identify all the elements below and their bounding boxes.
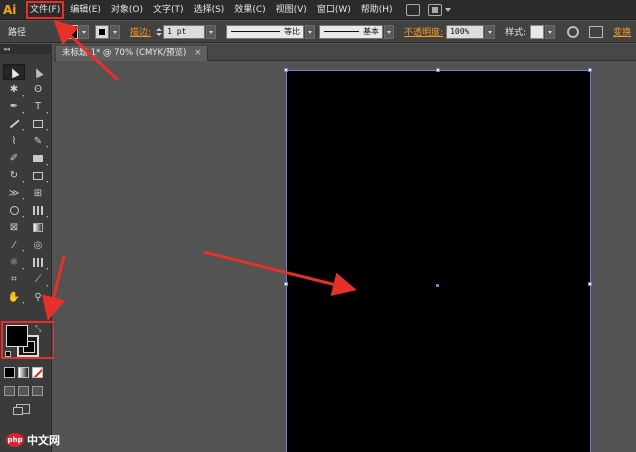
watermark-text: 中文网 — [27, 434, 60, 447]
menu-view[interactable]: 视图(V) — [271, 0, 312, 20]
stroke-dropdown[interactable] — [110, 24, 121, 39]
artboard-rectangle[interactable] — [286, 70, 591, 452]
pencil-tool-icon[interactable]: ✎ — [27, 133, 49, 149]
menu-bar: Ai 文件(F) 编辑(E) 对象(O) 文字(T) 选择(S) 效果(C) 视… — [0, 0, 636, 20]
document-tab-strip: 未标题-1* @ 70% (CMYK/预览) × — [54, 44, 636, 61]
app-logo: Ai — [3, 2, 17, 17]
menu-help[interactable]: 帮助(H) — [356, 0, 398, 20]
menu-window[interactable]: 窗口(W) — [312, 0, 356, 20]
draw-inside-icon[interactable] — [32, 386, 43, 396]
opacity-input[interactable]: 100% — [446, 24, 485, 39]
lasso-tool-icon[interactable]: ʘ — [27, 81, 49, 97]
selection-handle[interactable] — [436, 68, 440, 72]
gradient-tool-icon[interactable] — [27, 220, 49, 236]
drawing-mode-row — [4, 386, 43, 396]
style-dropdown[interactable] — [545, 24, 556, 39]
canvas-area[interactable] — [54, 62, 636, 452]
color-mode-icon[interactable] — [4, 367, 15, 378]
fill-stroke-control: ⤡ — [1, 321, 55, 359]
free-transform-tool-icon[interactable]: ⊞ — [27, 185, 49, 201]
draw-normal-icon[interactable] — [4, 386, 15, 396]
brush-name: 基本 — [363, 27, 380, 36]
stroke-label[interactable]: 描边: — [130, 25, 151, 38]
shape-builder-tool-icon[interactable] — [3, 202, 25, 218]
hand-tool-icon[interactable]: ✋ — [3, 289, 25, 305]
perspective-grid-tool-icon[interactable] — [27, 202, 49, 218]
selection-handle[interactable] — [588, 282, 592, 286]
fill-color-box[interactable] — [6, 325, 28, 347]
paintbrush-tool-icon[interactable]: ⌇ — [3, 133, 25, 149]
menu-object[interactable]: 对象(O) — [106, 0, 148, 20]
blob-brush-tool-icon[interactable]: ✐ — [3, 150, 25, 166]
symbol-sprayer-tool-icon[interactable]: ☼ — [3, 254, 25, 270]
document-tab-title: 未标题-1* @ 70% (CMYK/预览) — [62, 48, 187, 58]
selection-tool-icon[interactable] — [3, 64, 25, 81]
scale-tool-icon[interactable] — [27, 168, 49, 184]
tools-panel: ✱ ʘ ✒ T ⌇ ✎ ✐ ↻ ≫ ⊞ ⊠ ⁄ ◎ ☼ ⌗ ⟋ ✋ ⚲ ⤡ — [0, 54, 55, 452]
selection-handle[interactable] — [284, 282, 288, 286]
chevron-down-icon[interactable] — [444, 7, 451, 12]
watermark-logo: php — [6, 433, 24, 447]
menu-effect[interactable]: 效果(C) — [229, 0, 270, 20]
graphic-style-swatch[interactable] — [530, 24, 545, 39]
type-tool-icon[interactable]: T — [27, 99, 49, 115]
document-setup-icon[interactable] — [589, 25, 604, 38]
center-point — [436, 284, 439, 287]
eraser-tool-icon[interactable] — [27, 150, 49, 166]
menu-select[interactable]: 选择(S) — [189, 0, 230, 20]
stroke-weight-spinner[interactable] — [155, 25, 163, 39]
profile-name: 等比 — [284, 27, 301, 36]
stroke-weight-dropdown[interactable] — [206, 24, 217, 39]
tool-grid: ✱ ʘ ✒ T ⌇ ✎ ✐ ↻ ≫ ⊞ ⊠ ⁄ ◎ ☼ ⌗ ⟋ ✋ ⚲ — [3, 64, 49, 305]
screen-mode-icon[interactable] — [13, 404, 30, 415]
style-label: 样式: — [505, 28, 527, 38]
width-tool-icon[interactable]: ≫ — [3, 185, 25, 201]
pen-tool-icon[interactable]: ✒ — [3, 99, 25, 115]
toolbar-collapse[interactable]: ◂◂ — [0, 44, 52, 54]
gradient-mode-icon[interactable] — [18, 367, 29, 378]
mesh-tool-icon[interactable]: ⊠ — [3, 220, 25, 236]
blend-tool-icon[interactable]: ◎ — [27, 237, 49, 253]
menu-file[interactable]: 文件(F) — [25, 0, 65, 20]
artboard-tool-icon[interactable]: ⌗ — [3, 272, 25, 288]
menu-edit[interactable]: 编辑(E) — [65, 0, 106, 20]
illustrator-window: Ai 文件(F) 编辑(E) 对象(O) 文字(T) 选择(S) 效果(C) 视… — [0, 0, 636, 452]
variable-width-profile[interactable]: 等比 — [226, 24, 305, 39]
rotate-tool-icon[interactable]: ↻ — [3, 168, 25, 184]
magic-wand-tool-icon[interactable]: ✱ — [3, 81, 25, 97]
none-mode-icon[interactable] — [32, 367, 43, 378]
bridge-icon[interactable] — [405, 3, 420, 16]
default-fill-stroke-icon[interactable] — [5, 351, 11, 357]
rectangle-tool-icon[interactable] — [27, 116, 49, 132]
document-tab[interactable]: 未标题-1* @ 70% (CMYK/预览) × — [56, 46, 209, 61]
stroke-weight-input[interactable]: 1 pt — [163, 24, 206, 39]
direct-selection-tool-icon[interactable] — [27, 64, 49, 80]
zoom-tool-icon[interactable]: ⚲ — [27, 289, 49, 305]
selection-handle[interactable] — [588, 68, 592, 72]
fill-swatch[interactable] — [64, 24, 79, 39]
brush-dropdown[interactable] — [384, 24, 395, 39]
recolor-artwork-icon[interactable] — [567, 25, 580, 38]
stroke-swatch[interactable] — [95, 24, 110, 39]
opacity-label[interactable]: 不透明度: — [404, 25, 443, 38]
menu-type[interactable]: 文字(T) — [148, 0, 189, 20]
draw-behind-icon[interactable] — [18, 386, 29, 396]
selection-handle[interactable] — [284, 68, 288, 72]
slice-tool-icon[interactable]: ⟋ — [27, 272, 49, 288]
column-graph-tool-icon[interactable] — [27, 254, 49, 270]
swap-fill-stroke-icon[interactable]: ⤡ — [35, 324, 41, 334]
brush-definition[interactable]: 基本 — [319, 24, 384, 39]
watermark: php 中文网 — [6, 432, 60, 448]
arrange-documents-icon[interactable] — [427, 3, 442, 16]
control-bar: 路径 描边: 1 pt 等比 基本 不透明度: 100% 样式: 变换 — [0, 21, 636, 43]
fill-dropdown[interactable] — [79, 24, 90, 39]
eyedropper-tool-icon[interactable]: ⁄ — [3, 237, 25, 253]
transform-label[interactable]: 变换 — [613, 25, 631, 38]
selection-type-label: 路径 — [8, 28, 27, 38]
profile-dropdown[interactable] — [305, 24, 316, 39]
color-mode-row — [4, 367, 43, 378]
opacity-dropdown[interactable] — [485, 24, 496, 39]
line-segment-tool-icon[interactable] — [3, 116, 25, 132]
close-icon[interactable]: × — [194, 48, 201, 58]
